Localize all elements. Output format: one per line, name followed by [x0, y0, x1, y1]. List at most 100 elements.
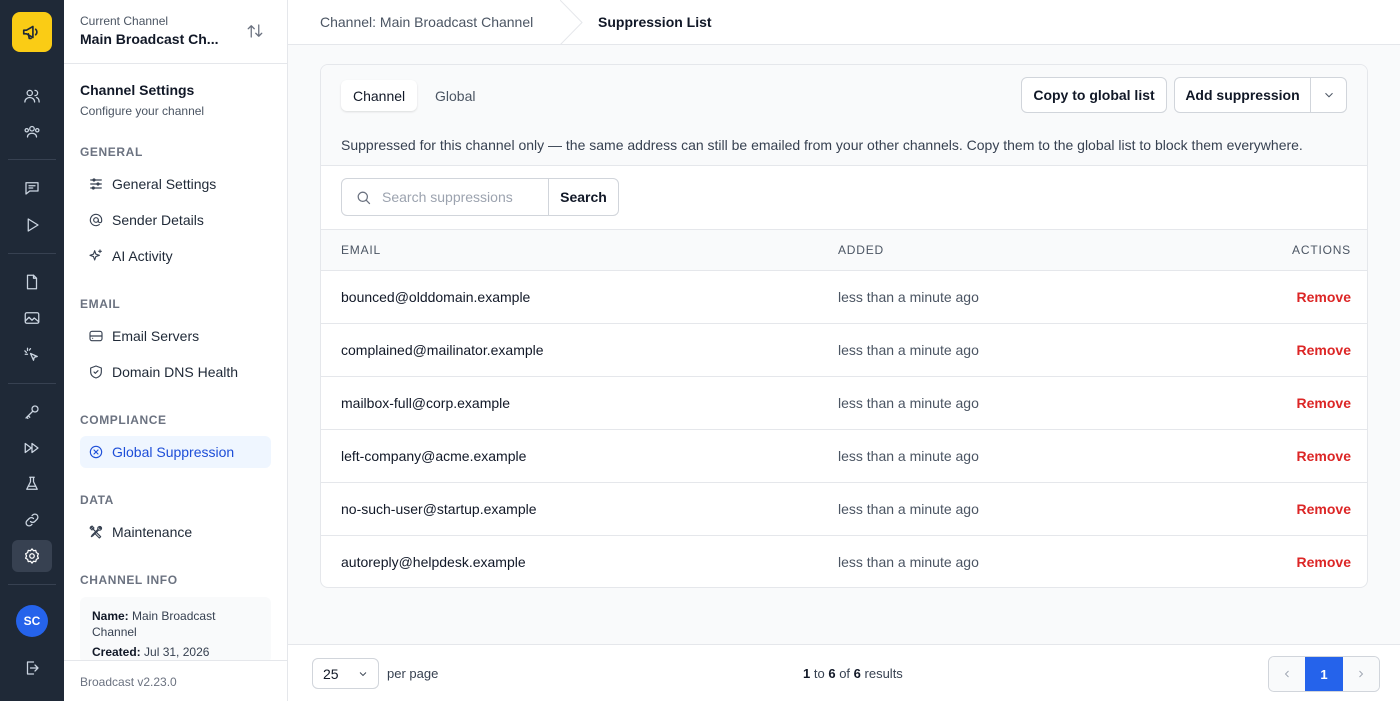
chevron-down-icon	[359, 672, 367, 677]
remove-button[interactable]: Remove	[1297, 289, 1351, 305]
per-page-select[interactable]: 25	[312, 658, 379, 689]
row-email: no-such-user@startup.example	[341, 501, 537, 517]
section-email: EMAIL	[80, 297, 121, 311]
segments-icon[interactable]	[12, 115, 52, 147]
settings-sidebar: Current Channel Main Broadcast Ch... Cha…	[64, 0, 288, 701]
channel-info-box: Name: Main Broadcast Channel Created: Ju…	[80, 597, 271, 663]
copy-to-global-button[interactable]: Copy to global list	[1021, 77, 1167, 113]
sidebar-item-label: Global Suppression	[112, 444, 235, 460]
column-actions: ACTIONS	[1292, 243, 1351, 257]
table-row: left-company@acme.example less than a mi…	[321, 430, 1367, 483]
sidebar-item-global-suppression[interactable]: Global Suppression	[80, 436, 271, 468]
rail-divider	[8, 159, 56, 160]
remove-button[interactable]: Remove	[1297, 554, 1351, 570]
table-row: no-such-user@startup.example less than a…	[321, 483, 1367, 536]
rail-divider	[8, 383, 56, 384]
sidebar-subtitle: Configure your channel	[80, 104, 205, 118]
results-summary: 1 to 6 of 6 results	[803, 666, 903, 681]
next-page-button[interactable]	[1343, 657, 1379, 691]
fast-forward-icon[interactable]	[12, 432, 52, 464]
search-field[interactable]	[341, 178, 549, 216]
megaphone-logo-icon[interactable]	[12, 12, 52, 52]
search-input[interactable]	[382, 187, 542, 207]
messages-icon[interactable]	[12, 172, 52, 204]
row-email: autoreply@helpdesk.example	[341, 554, 526, 570]
user-avatar[interactable]: SC	[16, 605, 48, 637]
tools-icon	[89, 525, 103, 539]
flask-icon[interactable]	[12, 468, 52, 500]
sidebar-item-sender-details[interactable]: Sender Details	[80, 204, 271, 236]
add-suppression-menu-button[interactable]	[1310, 77, 1347, 113]
breadcrumb: Channel: Main Broadcast Channel Suppress…	[288, 0, 1400, 45]
sidebar-item-email-servers[interactable]: Email Servers	[80, 320, 271, 352]
column-email: EMAIL	[341, 243, 382, 257]
click-tracking-icon[interactable]	[12, 339, 52, 371]
sidebar-item-domain-dns-health[interactable]: Domain DNS Health	[80, 356, 271, 388]
previous-page-button[interactable]	[1269, 657, 1305, 691]
document-icon[interactable]	[12, 266, 52, 298]
channel-switcher-label: Current Channel	[80, 14, 169, 28]
sidebar-item-label: AI Activity	[112, 248, 173, 264]
page-title: Suppression List	[598, 14, 712, 30]
tab-channel[interactable]: Channel	[341, 80, 418, 111]
play-icon[interactable]	[12, 209, 52, 241]
row-added: less than a minute ago	[838, 501, 979, 517]
row-added: less than a minute ago	[838, 554, 979, 570]
row-added: less than a minute ago	[838, 448, 979, 464]
server-icon	[89, 330, 103, 342]
section-channel-info: CHANNEL INFO	[80, 573, 178, 587]
chevron-right-icon	[1359, 670, 1364, 678]
search-icon	[357, 191, 371, 205]
rail-divider	[8, 584, 56, 585]
search-button[interactable]: Search	[548, 178, 619, 216]
breadcrumb-channel[interactable]: Channel: Main Broadcast Channel	[320, 14, 533, 30]
x-circle-icon	[89, 445, 103, 459]
remove-button[interactable]: Remove	[1297, 395, 1351, 411]
page-navigation: 1	[1268, 656, 1380, 692]
row-email: mailbox-full@corp.example	[341, 395, 511, 411]
sidebar-item-label: Domain DNS Health	[112, 364, 239, 380]
remove-button[interactable]: Remove	[1297, 501, 1351, 517]
sidebar-item-label: Sender Details	[112, 212, 204, 228]
channel-info-name: Name: Main Broadcast Channel	[92, 609, 216, 639]
sidebar-item-maintenance[interactable]: Maintenance	[80, 516, 271, 548]
breadcrumb-chevron-icon	[560, 0, 583, 45]
tab-global[interactable]: Global	[423, 80, 487, 111]
channel-info-created: Created: Jul 31, 2026	[92, 645, 210, 659]
per-page-label: per page	[387, 666, 439, 681]
logout-icon[interactable]	[12, 652, 52, 684]
remove-button[interactable]: Remove	[1297, 448, 1351, 464]
page-button-current[interactable]: 1	[1305, 657, 1343, 691]
row-added: less than a minute ago	[838, 289, 979, 305]
remove-button[interactable]: Remove	[1297, 342, 1351, 358]
sidebar-item-ai-activity[interactable]: AI Activity	[80, 240, 271, 272]
add-suppression-button[interactable]: Add suppression	[1174, 77, 1311, 113]
sparkles-icon	[89, 249, 102, 261]
suppression-card: Channel Global Copy to global list Add s…	[320, 64, 1368, 588]
key-icon[interactable]	[12, 396, 52, 428]
column-added: ADDED	[838, 243, 885, 257]
row-added: less than a minute ago	[838, 342, 979, 358]
settings-gear-icon[interactable]	[12, 540, 52, 572]
table-header: EMAIL ADDED ACTIONS	[321, 229, 1367, 271]
row-email: left-company@acme.example	[341, 448, 527, 464]
icon-rail: SC	[0, 0, 64, 701]
scope-description: Suppressed for this channel only — the s…	[341, 137, 1303, 153]
table-row: bounced@olddomain.example less than a mi…	[321, 271, 1367, 324]
link-icon[interactable]	[12, 504, 52, 536]
sidebar-item-label: Email Servers	[112, 328, 200, 344]
switch-arrows-icon[interactable]	[246, 22, 266, 42]
sidebar-title: Channel Settings	[80, 82, 195, 98]
channel-switcher[interactable]: Current Channel Main Broadcast Ch...	[64, 0, 287, 64]
row-email: bounced@olddomain.example	[341, 289, 531, 305]
section-general: GENERAL	[80, 145, 143, 159]
table-row: mailbox-full@corp.example less than a mi…	[321, 377, 1367, 430]
section-data: DATA	[80, 493, 114, 507]
chevron-down-icon	[1324, 92, 1333, 98]
image-icon[interactable]	[12, 302, 52, 334]
subscribers-icon[interactable]	[12, 80, 52, 112]
sidebar-item-label: General Settings	[112, 176, 217, 192]
sliders-icon	[90, 178, 102, 190]
table-row: autoreply@helpdesk.example less than a m…	[321, 536, 1367, 587]
sidebar-item-general-settings[interactable]: General Settings	[80, 168, 271, 200]
